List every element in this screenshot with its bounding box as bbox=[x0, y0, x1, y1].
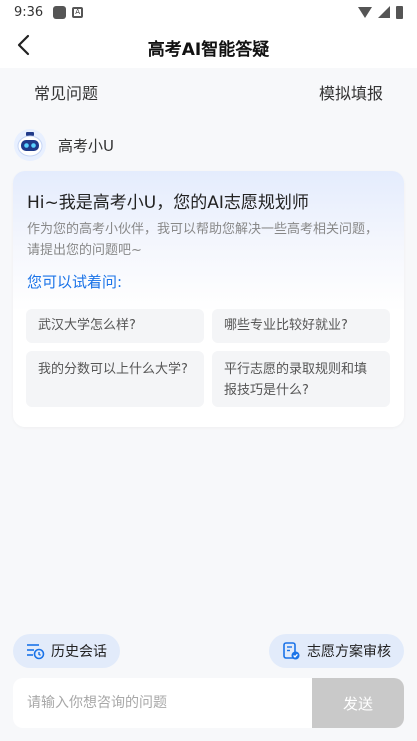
status-time: 9:36 bbox=[14, 4, 44, 20]
document-check-icon bbox=[283, 642, 300, 660]
notification-letter-icon: A bbox=[72, 6, 84, 18]
suggested-question[interactable]: 我的分数可以上什么大学? bbox=[26, 351, 204, 407]
bot-avatar bbox=[14, 129, 46, 161]
history-list-icon bbox=[27, 644, 45, 660]
bot-header: 高考小U bbox=[14, 127, 114, 163]
battery-icon bbox=[396, 5, 403, 19]
bot-name: 高考小U bbox=[58, 136, 114, 155]
greeting-text: Hi~我是高考小U，您的AI志愿规划师 bbox=[27, 193, 309, 213]
suggest-title: 您可以试着问: bbox=[27, 273, 123, 291]
history-button[interactable]: 历史会话 bbox=[13, 634, 120, 668]
status-bar: 9:36 A bbox=[0, 0, 417, 24]
suggested-question[interactable]: 武汉大学怎么样? bbox=[26, 309, 204, 343]
plan-review-label: 志愿方案审核 bbox=[307, 644, 391, 660]
tab-row: 常见问题 模拟填报 bbox=[0, 68, 417, 114]
signal-icon bbox=[378, 6, 390, 18]
intro-description: 作为您的高考小伙伴，我可以帮助您解决一些高考相关问题，请提出您的问题吧~ bbox=[27, 222, 379, 258]
suggested-question[interactable]: 哪些专业比较好就业? bbox=[212, 309, 390, 343]
intro-card: Hi~我是高考小U，您的AI志愿规划师 作为您的高考小伙伴，我可以帮助您解决一些… bbox=[13, 171, 404, 427]
tab-simulate-apply[interactable]: 模拟填报 bbox=[319, 80, 383, 104]
plan-review-button[interactable]: 志愿方案审核 bbox=[269, 634, 404, 668]
suggested-question[interactable]: 平行志愿的录取规则和填报技巧是什么? bbox=[212, 351, 390, 407]
wifi-icon bbox=[358, 6, 372, 18]
page-title: 高考AI智能答疑 bbox=[147, 40, 270, 60]
composer: 发送 bbox=[13, 678, 404, 728]
tab-faq[interactable]: 常见问题 bbox=[34, 80, 98, 104]
send-button[interactable]: 发送 bbox=[312, 678, 404, 728]
history-label: 历史会话 bbox=[51, 644, 107, 660]
notification-icon bbox=[53, 5, 67, 19]
title-bar: 高考AI智能答疑 bbox=[0, 24, 417, 68]
robot-icon bbox=[17, 132, 43, 157]
question-input[interactable] bbox=[27, 690, 297, 716]
